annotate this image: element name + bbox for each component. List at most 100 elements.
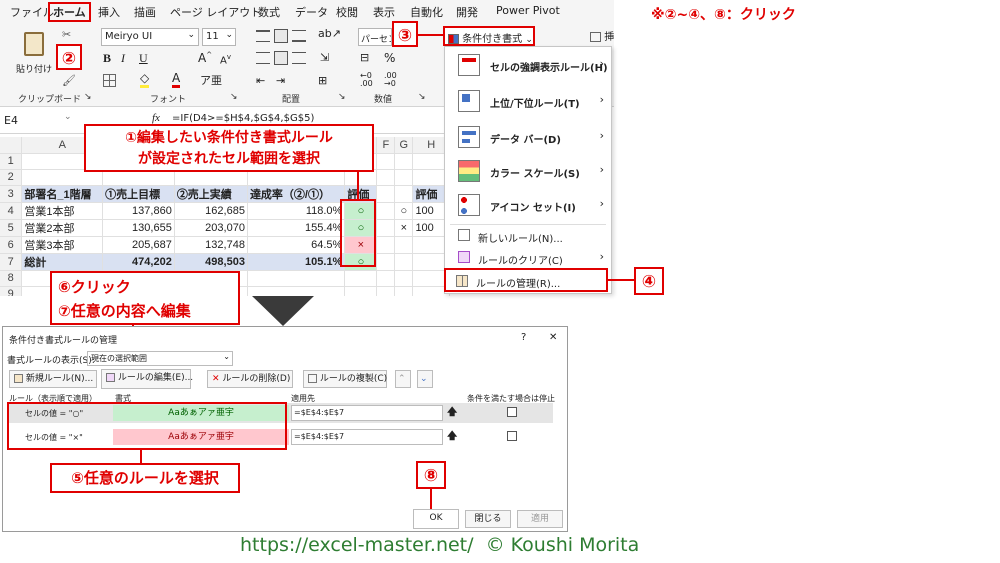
italic-button[interactable]: I bbox=[121, 51, 125, 66]
range-picker-icon[interactable]: 🡅 bbox=[447, 405, 457, 422]
row-header[interactable]: 3 bbox=[0, 185, 23, 203]
menu-item-color-scales[interactable]: カラー スケール(S) › bbox=[448, 156, 608, 186]
rule-range-input[interactable]: =$E$4:$E$7 bbox=[291, 405, 443, 421]
tab-power-pivot[interactable]: Power Pivot bbox=[496, 4, 560, 17]
menu-item-highlight-rules[interactable]: セルの強調表示ルール(H) › bbox=[448, 50, 608, 80]
cell[interactable]: ○ bbox=[394, 202, 414, 220]
row-header[interactable]: 7 bbox=[0, 253, 23, 271]
cell[interactable]: 118.0% bbox=[247, 202, 346, 220]
delete-rule-button[interactable]: ✕ ルールの削除(D) bbox=[207, 370, 293, 388]
cell[interactable]: 達成率（②/①） bbox=[247, 185, 346, 203]
menu-item-new-rule[interactable]: 新しいルール(N)... bbox=[448, 226, 608, 246]
cell[interactable]: 498,503 bbox=[174, 253, 248, 271]
tab-page-layout[interactable]: ページ レイアウト bbox=[170, 4, 261, 20]
insert-cells-button[interactable]: 挿 bbox=[590, 28, 614, 43]
duplicate-rule-button[interactable]: ルールの複製(C) bbox=[303, 370, 387, 388]
currency-icon[interactable]: ⊟ bbox=[360, 51, 369, 64]
close-icon[interactable]: ✕ bbox=[549, 332, 557, 343]
menu-item-top-bottom-rules[interactable]: 上位/下位ルール(T) › bbox=[448, 86, 608, 116]
tab-automate[interactable]: 自動化 bbox=[410, 4, 443, 20]
shrink-font-icon[interactable]: Av bbox=[220, 53, 231, 66]
cell[interactable]: 205,687 bbox=[102, 236, 175, 254]
menu-item-data-bars[interactable]: データ バー(D) › bbox=[448, 122, 608, 152]
range-picker-icon[interactable]: 🡅 bbox=[447, 429, 457, 446]
font-color-icon[interactable]: A bbox=[172, 72, 181, 88]
align-center-icon[interactable] bbox=[274, 51, 288, 65]
tab-view[interactable]: 表示 bbox=[373, 4, 395, 20]
cell[interactable]: ②売上実績 bbox=[174, 185, 248, 203]
corner-cell[interactable] bbox=[0, 137, 23, 154]
new-rule-button[interactable]: 新規ルール(N)... bbox=[9, 370, 97, 388]
tab-insert[interactable]: 挿入 bbox=[98, 4, 120, 20]
menu-item-icon-sets[interactable]: アイコン セット(I) › bbox=[448, 190, 608, 220]
cell[interactable]: 137,860 bbox=[102, 202, 175, 220]
percent-icon[interactable]: % bbox=[384, 51, 395, 65]
help-button[interactable]: ? bbox=[521, 332, 526, 343]
align-middle-icon[interactable] bbox=[274, 29, 288, 43]
cell[interactable]: 162,685 bbox=[174, 202, 248, 220]
phonetic-icon[interactable]: ア亜 bbox=[200, 72, 222, 88]
align-right-icon[interactable] bbox=[292, 52, 306, 64]
grow-font-icon[interactable]: A^ bbox=[198, 51, 212, 65]
fill-color-icon[interactable]: ◇ bbox=[140, 72, 150, 88]
indent-increase-icon[interactable]: ⇥ bbox=[276, 74, 285, 87]
indent-decrease-icon[interactable]: ⇤ bbox=[256, 74, 265, 87]
format-painter-icon[interactable]: 🖌 bbox=[62, 74, 76, 87]
cell[interactable]: 203,070 bbox=[174, 219, 248, 237]
edit-rule-button[interactable]: ルールの編集(E)... bbox=[101, 369, 193, 389]
menu-item-manage-rules[interactable]: ルールの管理(R)... bbox=[444, 268, 608, 292]
row-header[interactable]: 5 bbox=[0, 219, 23, 237]
decrease-decimal-icon[interactable]: .00 →0 bbox=[384, 72, 397, 88]
bold-button[interactable]: B bbox=[103, 51, 111, 66]
menu-item-clear-rules[interactable]: ルールのクリア(C) › bbox=[448, 248, 608, 268]
dialog-launcher-icon[interactable]: ↘ bbox=[84, 92, 92, 102]
row-header[interactable]: 4 bbox=[0, 202, 23, 220]
formula-input[interactable]: =IF(D4>=$H$4,$G$4,$G$5) bbox=[172, 113, 314, 124]
row-header[interactable]: 1 bbox=[0, 153, 23, 170]
cell[interactable]: 総計 bbox=[21, 253, 104, 271]
align-top-icon[interactable] bbox=[256, 30, 270, 42]
ok-button[interactable]: OK bbox=[413, 509, 459, 529]
name-box-chevron-icon[interactable]: ⌄ bbox=[64, 112, 72, 122]
move-up-button[interactable]: ⌃ bbox=[395, 370, 411, 388]
move-down-button[interactable]: ⌄ bbox=[417, 370, 433, 388]
cell[interactable]: 130,655 bbox=[102, 219, 175, 237]
row-header[interactable]: 8 bbox=[0, 270, 23, 287]
dialog-launcher-icon[interactable]: ↘ bbox=[338, 92, 346, 102]
tab-home[interactable]: ホーム bbox=[48, 2, 91, 22]
align-left-icon[interactable] bbox=[256, 52, 270, 64]
cell[interactable]: × bbox=[394, 219, 414, 237]
tab-review[interactable]: 校閲 bbox=[336, 4, 358, 20]
cell[interactable]: 部署名_1階層 bbox=[21, 185, 104, 203]
borders-icon[interactable] bbox=[103, 74, 116, 87]
apply-button[interactable]: 適用 bbox=[517, 510, 563, 528]
merge-center-icon[interactable]: ⊞ bbox=[318, 74, 327, 87]
tab-draw[interactable]: 描画 bbox=[134, 4, 156, 20]
cell[interactable]: 105.1% bbox=[247, 253, 346, 271]
tab-data[interactable]: データ bbox=[295, 4, 328, 20]
font-name-select[interactable]: Meiryo UI ⌄ bbox=[101, 28, 199, 46]
number-format-select[interactable]: パーセン bbox=[358, 28, 392, 46]
underline-button[interactable]: U bbox=[139, 51, 148, 66]
row-header[interactable]: 6 bbox=[0, 236, 23, 254]
cell[interactable]: 132,748 bbox=[174, 236, 248, 254]
dialog-launcher-icon[interactable]: ↘ bbox=[418, 92, 426, 102]
stop-if-true-checkbox[interactable] bbox=[507, 407, 517, 417]
paste-button[interactable]: 貼り付け bbox=[16, 30, 52, 82]
cell[interactable]: 474,202 bbox=[102, 253, 175, 271]
col-header[interactable]: G bbox=[394, 137, 414, 154]
tab-formulas[interactable]: 数式 bbox=[258, 4, 280, 20]
increase-decimal-icon[interactable]: ←0.00 bbox=[360, 72, 373, 88]
wrap-text-icon[interactable]: ⇲ bbox=[320, 51, 329, 64]
cell[interactable]: 営業1本部 bbox=[21, 202, 104, 220]
cell[interactable]: ①売上目標 bbox=[102, 185, 175, 203]
cell[interactable]: 64.5% bbox=[247, 236, 346, 254]
name-box[interactable]: E4 bbox=[4, 114, 18, 127]
scissors-icon[interactable]: ✂ bbox=[62, 28, 71, 41]
align-bottom-icon[interactable] bbox=[292, 30, 306, 42]
orientation-icon[interactable]: ab↗ bbox=[318, 27, 341, 40]
dialog-launcher-icon[interactable]: ↘ bbox=[230, 92, 238, 102]
cell[interactable]: 155.4% bbox=[247, 219, 346, 237]
conditional-formatting-button[interactable]: 条件付き書式 ⌄ bbox=[443, 26, 535, 46]
font-size-select[interactable]: 11 ⌄ bbox=[202, 28, 236, 46]
